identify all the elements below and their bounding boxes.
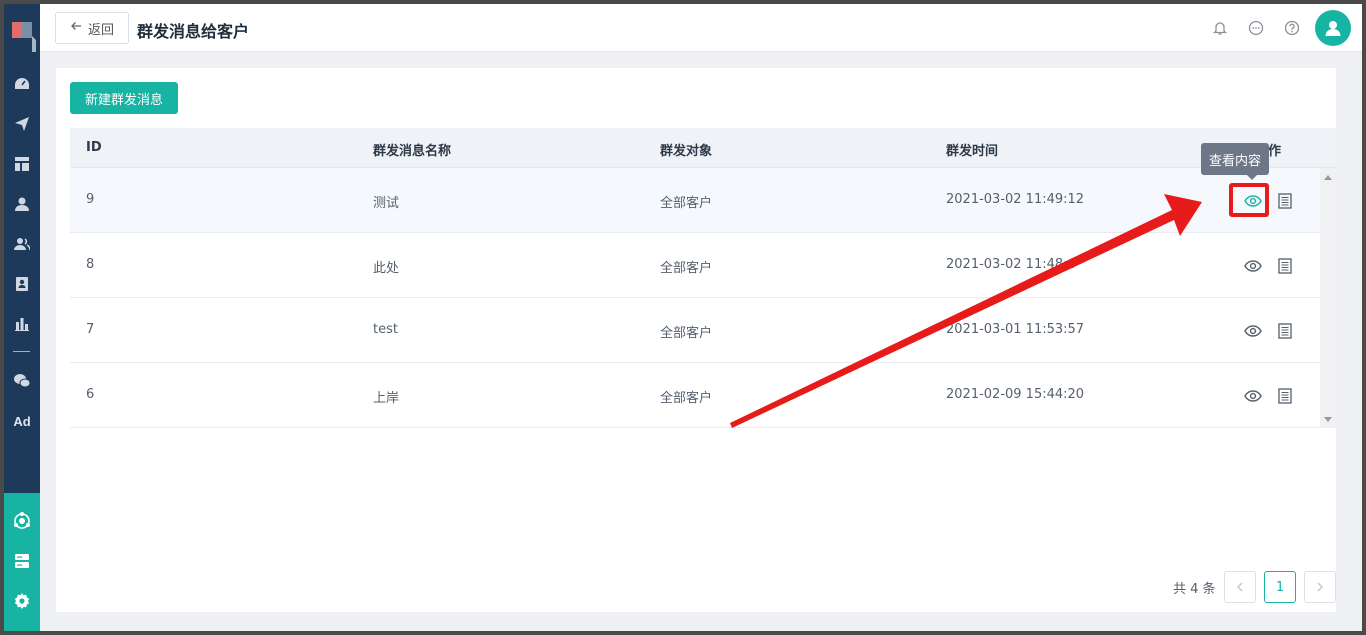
chevron-left-icon xyxy=(1237,582,1243,592)
top-header: 返回 群发消息给客户 xyxy=(40,4,1362,52)
sidebar-divider xyxy=(13,351,30,352)
next-page-button[interactable] xyxy=(1304,571,1336,603)
page-title: 群发消息给客户 xyxy=(137,22,250,41)
view-content-icon[interactable] xyxy=(1241,384,1265,408)
ad-icon[interactable]: Ad xyxy=(10,409,34,433)
col-name: 群发消息名称 xyxy=(373,144,452,159)
table-scrollbar[interactable] xyxy=(1320,168,1336,428)
col-time: 群发时间 xyxy=(946,144,999,159)
cell-id: 6 xyxy=(86,387,95,402)
cell-time: 2021-03-02 11:48:4 xyxy=(946,257,1076,272)
help-icon[interactable] xyxy=(1281,17,1303,39)
new-broadcast-button[interactable]: 新建群发消息 xyxy=(70,82,178,114)
server-icon[interactable] xyxy=(10,549,34,573)
cell-target: 全部客户 xyxy=(660,326,713,341)
cell-id: 7 xyxy=(86,322,95,337)
view-content-icon[interactable] xyxy=(1241,319,1265,343)
sidebar: Ad xyxy=(4,4,40,631)
cell-time: 2021-03-02 11:49:12 xyxy=(946,192,1085,207)
annotation-highlight-box xyxy=(1229,183,1269,217)
main-card: 新建群发消息 ID 群发消息名称 群发对象 群发时间 作 9 测试 全部客户 2… xyxy=(56,68,1336,612)
cell-time: 2021-03-01 11:53:57 xyxy=(946,322,1085,337)
cell-name: test xyxy=(373,322,398,337)
col-target: 群发对象 xyxy=(660,144,713,159)
user-icon[interactable] xyxy=(10,192,34,216)
pagination-total: 共 4 条 xyxy=(1173,582,1216,597)
back-button-label: 返回 xyxy=(87,22,114,38)
col-actions: 作 xyxy=(1268,144,1282,159)
cell-id: 8 xyxy=(86,257,95,272)
layout-icon[interactable] xyxy=(10,152,34,176)
table-row: 6 上岸 全部客户 2021-02-09 15:44:20 xyxy=(70,363,1320,428)
bell-icon[interactable] xyxy=(1209,17,1231,39)
cell-name: 上岸 xyxy=(373,391,400,406)
cell-target: 全部客户 xyxy=(660,261,713,276)
detail-list-icon[interactable] xyxy=(1273,384,1297,408)
table-row: 8 此处 全部客户 2021-03-02 11:48:4 xyxy=(70,233,1320,298)
table-row: 7 test 全部客户 2021-03-01 11:53:57 xyxy=(70,298,1320,363)
dashboard-icon[interactable] xyxy=(10,72,34,96)
send-icon[interactable] xyxy=(10,112,34,136)
detail-list-icon[interactable] xyxy=(1273,254,1297,278)
logo-icon xyxy=(10,18,38,58)
orbit-icon[interactable] xyxy=(10,509,34,533)
cell-id: 9 xyxy=(86,192,95,207)
detail-list-icon[interactable] xyxy=(1273,189,1297,213)
wechat-icon[interactable] xyxy=(10,369,34,393)
users-icon[interactable] xyxy=(10,232,34,256)
message-icon[interactable] xyxy=(1245,17,1267,39)
scroll-up-icon[interactable] xyxy=(1324,175,1332,180)
chevron-right-icon xyxy=(1317,582,1323,592)
detail-list-icon[interactable] xyxy=(1273,319,1297,343)
back-button[interactable]: 返回 xyxy=(55,12,129,44)
bar-chart-icon[interactable] xyxy=(10,312,34,336)
page-button-current[interactable]: 1 xyxy=(1264,571,1296,603)
arrow-left-icon xyxy=(70,20,82,36)
gear-icon[interactable] xyxy=(10,589,34,613)
cell-target: 全部客户 xyxy=(660,391,713,406)
cell-name: 测试 xyxy=(373,196,400,211)
user-avatar-icon xyxy=(1325,21,1341,36)
contact-card-icon[interactable] xyxy=(10,272,34,296)
view-content-icon[interactable] xyxy=(1241,254,1265,278)
prev-page-button[interactable] xyxy=(1224,571,1256,603)
cell-time: 2021-02-09 15:44:20 xyxy=(946,387,1085,402)
app-window: Ad 返回 群发消息给客户 新建群发消息 ID 群发消息名称 群发对象 群发时间… xyxy=(4,4,1362,631)
cell-name: 此处 xyxy=(373,261,400,276)
table-row: 9 测试 全部客户 2021-03-02 11:49:12 xyxy=(70,168,1320,233)
table-header: ID 群发消息名称 群发对象 群发时间 作 xyxy=(70,128,1336,168)
col-id: ID xyxy=(86,140,102,155)
avatar[interactable] xyxy=(1315,10,1351,46)
sidebar-bottom-panel xyxy=(4,493,40,631)
cell-target: 全部客户 xyxy=(660,196,713,211)
view-content-tooltip: 查看内容 xyxy=(1201,143,1270,180)
scroll-down-icon[interactable] xyxy=(1324,417,1332,422)
